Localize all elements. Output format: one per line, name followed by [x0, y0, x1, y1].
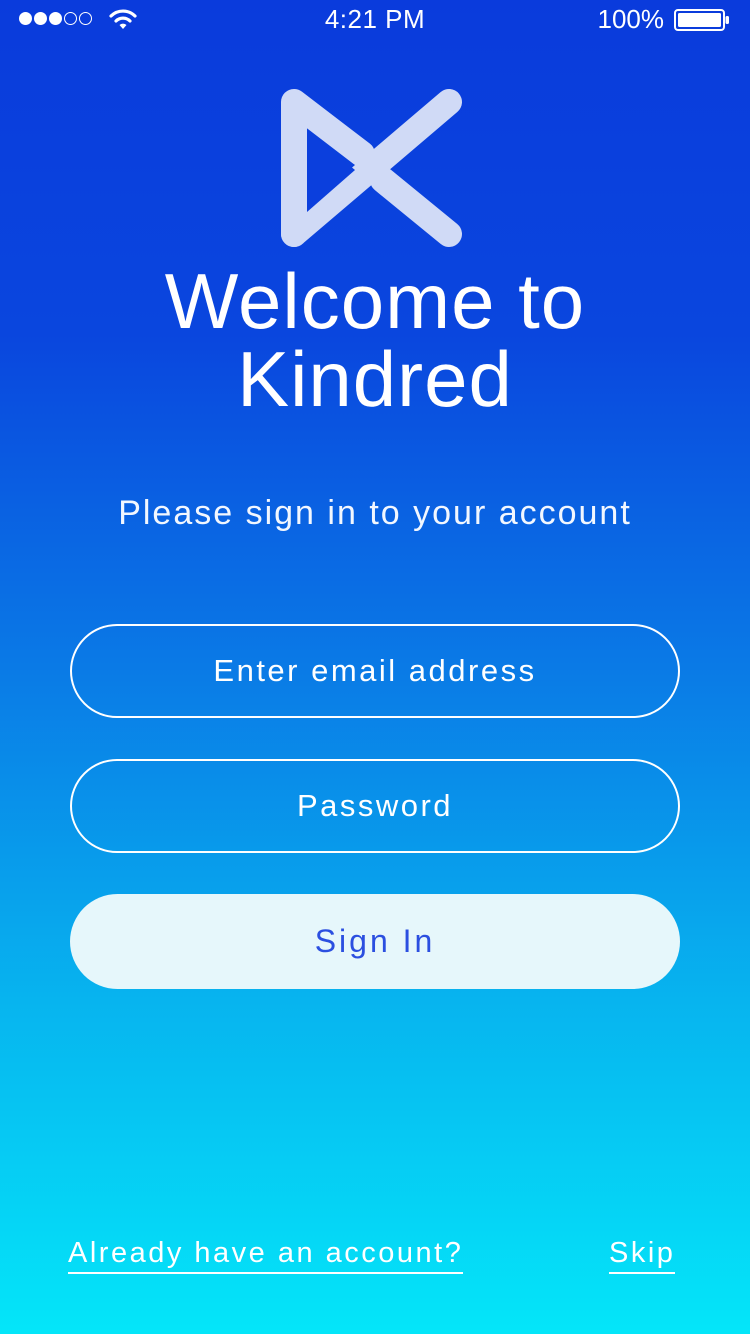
- welcome-title-line2: Kindred: [237, 335, 513, 423]
- welcome-title: Welcome to Kindred: [0, 262, 750, 418]
- battery-full-icon: [674, 9, 729, 31]
- sign-in-button[interactable]: Sign In: [70, 894, 680, 989]
- status-bar: 4:21 PM 100%: [0, 0, 750, 40]
- password-field[interactable]: [70, 759, 680, 853]
- already-have-account-link[interactable]: Already have an account?: [68, 1236, 464, 1274]
- battery-percent: 100%: [597, 4, 665, 34]
- sign-in-prompt: Please sign in to your account: [118, 494, 632, 532]
- welcome-title-line1: Welcome to: [164, 257, 586, 345]
- email-field[interactable]: [70, 624, 680, 718]
- skip-link[interactable]: Skip: [609, 1236, 676, 1274]
- kindred-logo-icon: [281, 89, 462, 247]
